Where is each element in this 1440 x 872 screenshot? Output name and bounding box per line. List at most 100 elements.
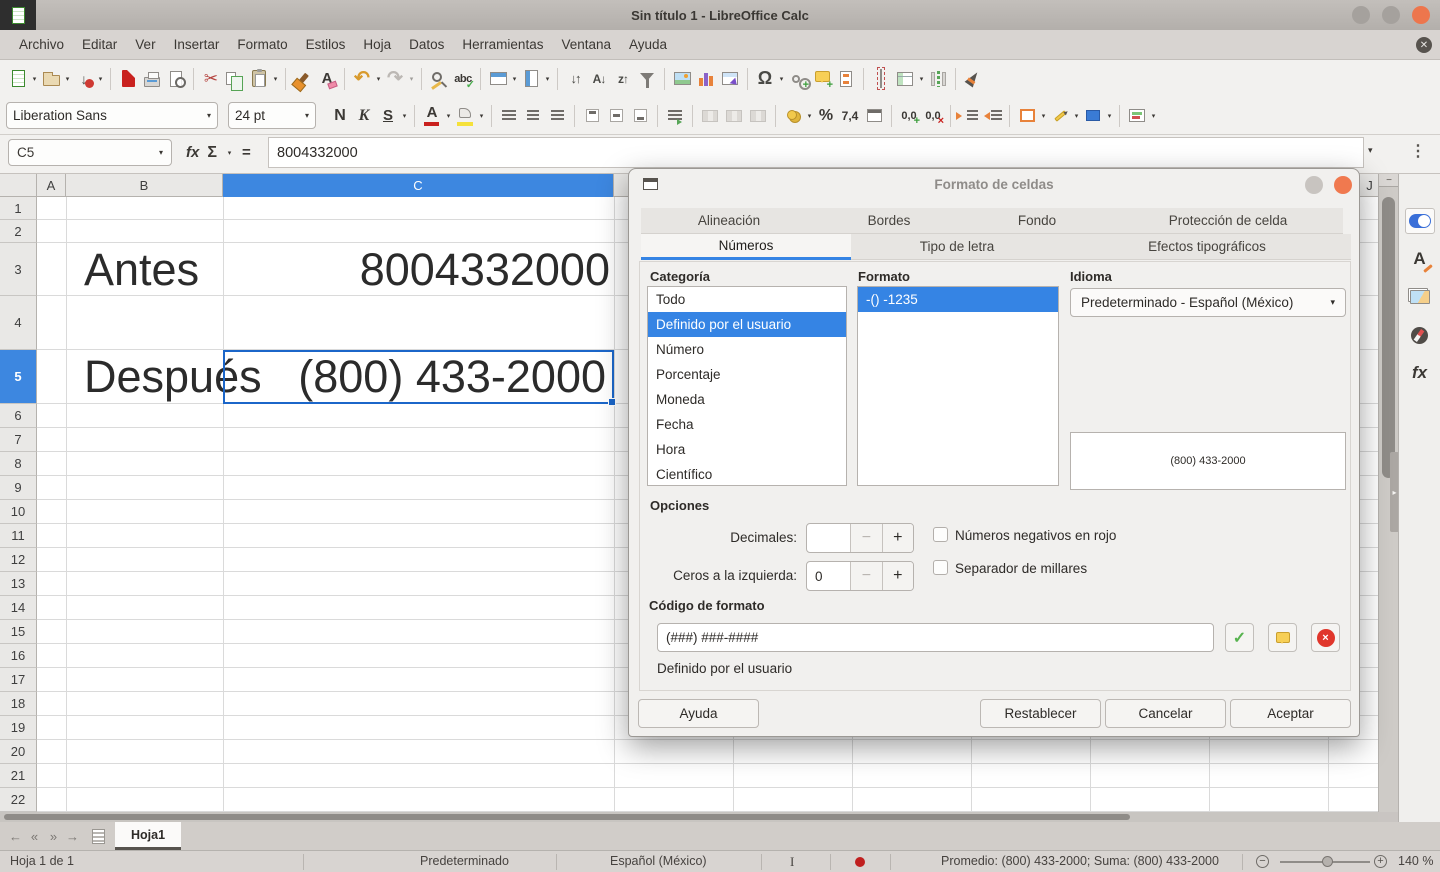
row-header-1[interactable]: 1 xyxy=(0,197,37,220)
row-header-15[interactable]: 15 xyxy=(0,620,37,644)
spelling-button[interactable]: abc✓ xyxy=(451,66,475,92)
selection-summary[interactable]: Promedio: (800) 433-2000; Suma: (800) 43… xyxy=(941,854,1219,868)
currency-format-button[interactable] xyxy=(781,103,805,129)
sort-ascending-button[interactable]: A↓ xyxy=(587,66,611,92)
column-button[interactable] xyxy=(519,66,543,92)
paste-dropdown-arrow[interactable]: ▾ xyxy=(271,75,280,83)
column-header-c[interactable]: C xyxy=(223,174,614,197)
tab-alineacion[interactable]: Alineación xyxy=(641,208,817,234)
export-pdf-button[interactable] xyxy=(116,66,140,92)
thousands-separator-checkbox[interactable] xyxy=(933,560,948,575)
dialog-close-button[interactable] xyxy=(1334,176,1352,194)
row-header-8[interactable]: 8 xyxy=(0,452,37,476)
font-name-combo[interactable]: Liberation Sans▾ xyxy=(6,102,218,129)
tab-proteccion-de-celda[interactable]: Protección de celda xyxy=(1113,208,1343,234)
decrease-indent-button[interactable] xyxy=(980,103,1004,129)
increase-indent-button[interactable] xyxy=(956,103,980,129)
print-area-button[interactable] xyxy=(869,66,893,92)
category-item-definido-por-el-usuario[interactable]: Definido por el usuario xyxy=(648,312,846,337)
close-document-icon[interactable]: ✕ xyxy=(1416,37,1432,53)
category-item-porcentaje[interactable]: Porcentaje xyxy=(648,362,846,387)
font-size-combo[interactable]: 24 pt▾ xyxy=(228,102,316,129)
row-button[interactable] xyxy=(486,66,510,92)
paste-button[interactable] xyxy=(247,66,271,92)
align-left-button[interactable] xyxy=(497,103,521,129)
merge-center-button[interactable] xyxy=(698,103,722,129)
print-preview-button[interactable] xyxy=(164,66,188,92)
row-header-12[interactable]: 12 xyxy=(0,548,37,572)
negative-red-label[interactable]: Números negativos en rojo xyxy=(955,528,1116,543)
first-sheet-icon[interactable]: ← xyxy=(6,829,25,844)
category-item-numero[interactable]: Número xyxy=(648,337,846,362)
negative-red-checkbox[interactable] xyxy=(933,527,948,542)
align-center-button[interactable] xyxy=(521,103,545,129)
next-sheet-icon[interactable]: » xyxy=(44,829,63,844)
minimize-button[interactable] xyxy=(1352,6,1370,24)
zoom-in-icon[interactable]: + xyxy=(1374,855,1387,868)
insert-mode-icon[interactable]: I xyxy=(790,854,794,870)
sort-descending-button[interactable]: z↑ xyxy=(611,66,635,92)
delete-decimal-button[interactable]: 0,0× xyxy=(921,103,945,129)
leading-zeros-minus-button[interactable]: − xyxy=(850,562,881,590)
sidebar-navigator-button[interactable] xyxy=(1405,322,1435,348)
insert-image-button[interactable] xyxy=(670,66,694,92)
tab-tipo-de-letra[interactable]: Tipo de letra xyxy=(851,234,1063,260)
border-color-dropdown-arrow[interactable]: ▾ xyxy=(1105,112,1114,120)
cell-style-button[interactable] xyxy=(1125,103,1149,129)
sort-button[interactable]: ↓↑ xyxy=(563,66,587,92)
apply-format-code-button[interactable]: ✓ xyxy=(1225,623,1254,652)
column-dropdown-arrow[interactable]: ▾ xyxy=(543,75,552,83)
clone-formatting-button[interactable] xyxy=(291,66,315,92)
reset-button[interactable]: Restablecer xyxy=(980,699,1101,728)
row-header-2[interactable]: 2 xyxy=(0,220,37,243)
menu-item-formato[interactable]: Formato xyxy=(228,33,296,56)
sum-dropdown-arrow[interactable]: ▾ xyxy=(225,149,234,157)
autofilter-button[interactable] xyxy=(635,66,659,92)
insert-chart-button[interactable] xyxy=(694,66,718,92)
redo-button[interactable]: ↷ xyxy=(383,66,407,92)
border-color-button[interactable] xyxy=(1081,103,1105,129)
font-color-dropdown-arrow[interactable]: ▾ xyxy=(444,112,453,120)
row-header-19[interactable]: 19 xyxy=(0,716,37,740)
clear-formatting-button[interactable]: A xyxy=(315,66,339,92)
borders-dropdown-arrow[interactable]: ▾ xyxy=(1039,112,1048,120)
menu-item-archivo[interactable]: Archivo xyxy=(10,33,73,56)
cancel-button[interactable]: Cancelar xyxy=(1105,699,1226,728)
sheet-list-icon[interactable] xyxy=(92,829,105,844)
category-item-fecha[interactable]: Fecha xyxy=(648,412,846,437)
menu-item-editar[interactable]: Editar xyxy=(73,33,126,56)
category-item-moneda[interactable]: Moneda xyxy=(648,387,846,412)
leading-zeros-plus-button[interactable]: + xyxy=(882,562,913,590)
help-button[interactable]: Ayuda xyxy=(638,699,759,728)
new-dropdown-arrow[interactable]: ▾ xyxy=(30,75,39,83)
font-color-button[interactable]: A xyxy=(420,103,444,129)
sidebar-gallery-button[interactable] xyxy=(1405,284,1435,310)
unmerge-cells-button[interactable] xyxy=(746,103,770,129)
name-box-dropdown-arrow[interactable]: ▾ xyxy=(159,148,163,157)
tab-efectos-tipograficos[interactable]: Efectos tipográficos xyxy=(1063,234,1351,260)
center-vertically-button[interactable] xyxy=(604,103,628,129)
decimals-value[interactable] xyxy=(807,524,850,552)
align-bottom-button[interactable] xyxy=(628,103,652,129)
menu-item-ayuda[interactable]: Ayuda xyxy=(620,33,676,56)
tab-bordes[interactable]: Bordes xyxy=(817,208,961,234)
undo-button[interactable]: ↶ xyxy=(350,66,374,92)
underline-dropdown-arrow[interactable]: ▾ xyxy=(400,112,409,120)
menu-item-ver[interactable]: Ver xyxy=(126,33,164,56)
align-top-button[interactable] xyxy=(580,103,604,129)
menu-item-herramientas[interactable]: Herramientas xyxy=(453,33,552,56)
row-header-6[interactable]: 6 xyxy=(0,404,37,428)
wrap-text-button[interactable] xyxy=(663,103,687,129)
find-replace-button[interactable] xyxy=(427,66,451,92)
delete-format-button[interactable]: × xyxy=(1311,623,1340,652)
category-item-todo[interactable]: Todo xyxy=(648,287,846,312)
tab-numeros[interactable]: Números xyxy=(641,234,851,260)
special-character-dropdown-arrow[interactable]: ▾ xyxy=(777,75,786,83)
bold-button[interactable]: N xyxy=(328,103,352,129)
page-style-status[interactable]: Predeterminado xyxy=(420,854,509,868)
menu-item-datos[interactable]: Datos xyxy=(400,33,453,56)
decimals-minus-button[interactable]: − xyxy=(850,524,881,552)
show-draw-functions-button[interactable] xyxy=(961,66,985,92)
format-code-input[interactable]: (###) ###-#### xyxy=(657,623,1214,652)
category-list[interactable]: TodoDefinido por el usuarioNúmeroPorcent… xyxy=(647,286,847,486)
